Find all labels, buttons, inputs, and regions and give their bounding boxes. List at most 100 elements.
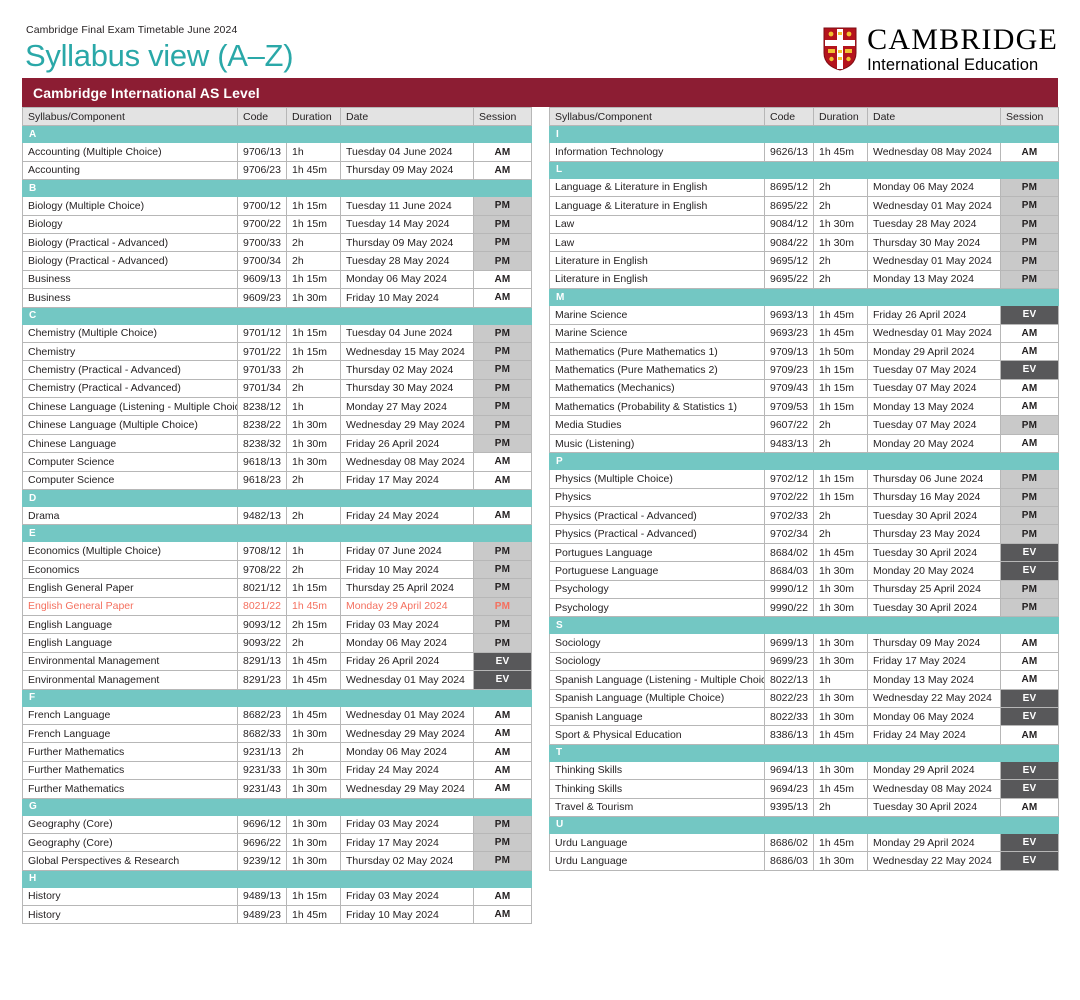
session-cell: PM (473, 214, 532, 234)
syllabus-cell: Law (549, 232, 765, 253)
syllabus-cell: Portuguese Language (549, 561, 765, 581)
syllabus-cell: Business (22, 288, 238, 308)
date-cell: Friday 24 May 2024 (867, 725, 1001, 745)
duration-cell: 1h 45m (813, 725, 868, 745)
syllabus-cell: Accounting (22, 160, 238, 181)
code-cell: 9693/13 (764, 305, 814, 325)
code-cell: 9700/33 (237, 232, 287, 253)
session-cell: EV (1000, 706, 1059, 727)
duration-cell: 1h 15m (286, 196, 341, 216)
letter-section-label: I (549, 125, 1059, 144)
syllabus-cell: Sport & Physical Education (549, 725, 765, 745)
duration-cell: 1h 45m (813, 779, 868, 799)
session-cell: PM (473, 541, 532, 561)
session-cell: AM (473, 288, 532, 308)
code-cell: 9693/23 (764, 323, 814, 343)
syllabus-cell: Chemistry (Practical - Advanced) (22, 378, 238, 399)
letter-section-label: M (549, 288, 1059, 307)
session-cell: PM (1000, 506, 1059, 526)
session-cell: AM (1000, 397, 1059, 417)
syllabus-cell: Portugues Language (549, 542, 765, 563)
session-cell: PM (1000, 232, 1059, 253)
syllabus-cell: Accounting (Multiple Choice) (22, 142, 238, 162)
table-row: Chemistry (Multiple Choice) 9701/12 1h 15m… (22, 323, 532, 343)
table-row: Urdu Language 8686/03 1h 30m Wednesday 22 M… (549, 851, 1059, 871)
syllabus-cell: Marine Science (549, 305, 765, 325)
letter-section-header: E (22, 524, 532, 543)
code-cell: 8238/22 (237, 415, 287, 435)
table-row: Thinking Skills 9694/23 1h 45m Wednesday 08… (549, 779, 1059, 799)
date-cell: Wednesday 22 May 2024 (867, 688, 1001, 708)
session-cell: EV (1000, 779, 1059, 799)
date-cell: Wednesday 01 May 2024 (867, 251, 1001, 271)
date-cell: Monday 13 May 2024 (867, 397, 1001, 417)
table-row: Biology 9700/22 1h 15m Tuesday 14 May 2024 P… (22, 214, 532, 234)
date-cell: Tuesday 30 April 2024 (867, 542, 1001, 563)
duration-cell: 1h 15m (813, 469, 868, 489)
table-row: Information Technology 9626/13 1h 45m Wedne… (549, 142, 1059, 162)
session-cell: PM (473, 814, 532, 834)
duration-cell: 1h (286, 142, 341, 162)
date-cell: Monday 29 April 2024 (867, 341, 1001, 362)
date-cell: Friday 17 May 2024 (340, 832, 474, 853)
date-cell: Wednesday 01 May 2024 (340, 670, 474, 690)
date-cell: Friday 07 June 2024 (340, 541, 474, 561)
duration-cell: 1h 30m (286, 814, 341, 834)
session-cell: EV (1000, 688, 1059, 708)
date-cell: Thursday 25 April 2024 (340, 578, 474, 598)
session-cell: EV (1000, 360, 1059, 380)
letter-section-label: B (22, 179, 532, 198)
code-cell: 9482/13 (237, 506, 287, 526)
duration-cell: 1h 30m (286, 415, 341, 435)
duration-cell: 1h 30m (813, 633, 868, 653)
session-cell: PM (1000, 177, 1059, 198)
table-row: Portugues Language 8684/02 1h 45m Tuesday 3… (549, 542, 1059, 563)
letter-section-header: L (549, 160, 1059, 179)
code-cell: 9395/13 (764, 797, 814, 817)
duration-cell: 2h (286, 470, 341, 491)
letter-section-header: I (549, 125, 1059, 144)
syllabus-cell: Further Mathematics (22, 742, 238, 762)
table-row: Mathematics (Pure Mathematics 1) 9709/13 1… (549, 341, 1059, 362)
date-cell: Tuesday 28 May 2024 (340, 251, 474, 271)
code-cell: 9607/22 (764, 415, 814, 435)
date-cell: Tuesday 14 May 2024 (340, 214, 474, 234)
table-row: Chinese Language 8238/32 1h 30m Friday 26 A… (22, 433, 532, 454)
date-cell: Monday 06 May 2024 (340, 633, 474, 653)
duration-cell: 1h 15m (286, 323, 341, 343)
syllabus-cell: Music (Listening) (549, 433, 765, 454)
column-header-date: Date (340, 106, 474, 127)
session-cell: EV (1000, 760, 1059, 781)
code-cell: 9695/12 (764, 251, 814, 271)
code-cell: 9093/12 (237, 614, 287, 635)
duration-cell: 1h 15m (286, 578, 341, 598)
duration-cell: 1h 30m (286, 723, 341, 744)
duration-cell: 1h 45m (286, 670, 341, 690)
date-cell: Thursday 02 May 2024 (340, 360, 474, 380)
letter-section-header: A (22, 125, 532, 144)
session-cell: EV (1000, 305, 1059, 325)
duration-cell: 2h (813, 524, 868, 544)
table-row: Accounting 9706/23 1h 45m Thursday 09 May 2… (22, 160, 532, 181)
syllabus-cell: Biology (22, 214, 238, 234)
syllabus-cell: Physics (Multiple Choice) (549, 469, 765, 489)
table-row: Computer Science 9618/13 1h 30m Wednesday 0… (22, 452, 532, 472)
table-row: Marine Science 9693/13 1h 45m Friday 26 Apr… (549, 305, 1059, 325)
letter-section-label: A (22, 125, 532, 144)
duration-cell: 2h (286, 742, 341, 762)
syllabus-cell: Physics (549, 487, 765, 508)
date-cell: Thursday 09 May 2024 (340, 160, 474, 181)
table-row: Portuguese Language 8684/03 1h 30m Monday 2… (549, 561, 1059, 581)
table-row: History 9489/23 1h 45m Friday 10 May 2024 AM (22, 905, 532, 925)
syllabus-cell: Chinese Language (22, 433, 238, 454)
cambridge-logo: CAMBRIDGE International Education (823, 22, 1058, 73)
letter-section-header: T (549, 743, 1059, 762)
session-cell: AM (473, 742, 532, 762)
code-cell: 9084/12 (764, 214, 814, 234)
column-header-duration: Duration (813, 106, 868, 127)
timetable-table-right: Syllabus/Component Code Duration Date Se… (549, 106, 1059, 871)
syllabus-cell: Language & Literature in English (549, 177, 765, 198)
date-cell: Monday 29 April 2024 (340, 596, 474, 616)
duration-cell: 2h (286, 633, 341, 653)
table-row: Marine Science 9693/23 1h 45m Wednesday 01 … (549, 323, 1059, 343)
